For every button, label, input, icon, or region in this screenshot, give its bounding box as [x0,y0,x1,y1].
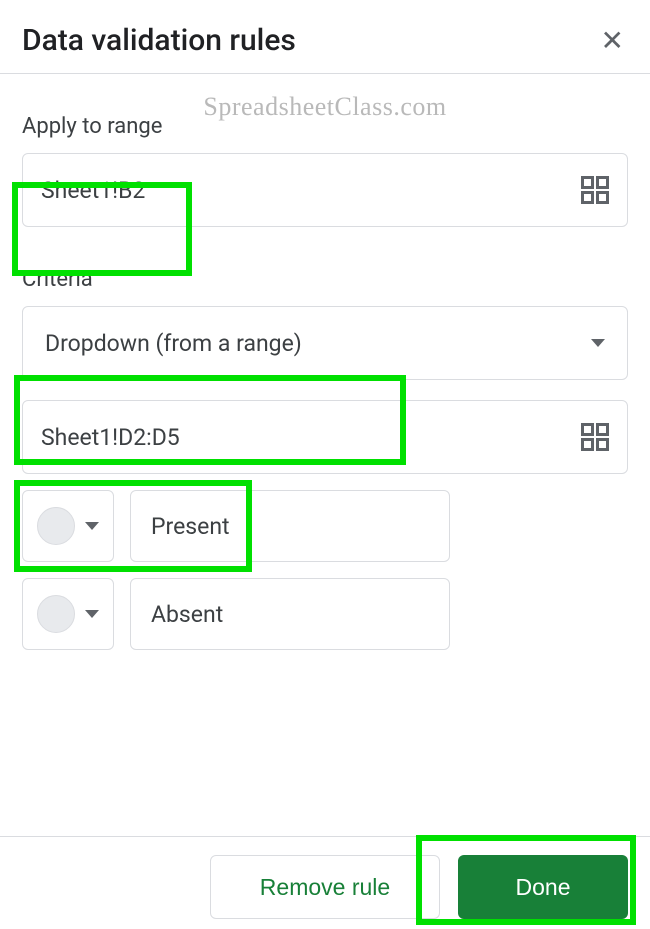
range-value: Sheet1!B2 [41,177,581,204]
chevron-down-icon [591,339,605,347]
range-input[interactable]: Sheet1!B2 [22,153,628,227]
range-label: Apply to range [22,114,628,139]
option-color-picker[interactable] [22,578,114,650]
criteria-source-value: Sheet1!D2:D5 [41,424,581,451]
panel-title: Data validation rules [22,23,296,58]
panel-footer: Remove rule Done [0,836,650,919]
option-row: Present [22,490,628,562]
chevron-down-icon [85,610,99,618]
option-value-input[interactable]: Absent [130,578,450,650]
panel-header: Data validation rules ✕ [22,20,628,61]
remove-rule-button[interactable]: Remove rule [210,855,440,919]
option-value-input[interactable]: Present [130,490,450,562]
criteria-source-input[interactable]: Sheet1!D2:D5 [22,400,628,474]
color-swatch [37,595,75,633]
criteria-type-dropdown[interactable]: Dropdown (from a range) [22,306,628,380]
option-value: Present [151,513,230,540]
option-color-picker[interactable] [22,490,114,562]
select-range-icon[interactable] [581,423,609,451]
close-icon[interactable]: ✕ [597,20,628,61]
done-button[interactable]: Done [458,855,628,919]
option-value: Absent [151,601,223,628]
option-row: Absent [22,578,628,650]
criteria-type-value: Dropdown (from a range) [45,330,302,357]
color-swatch [37,507,75,545]
select-range-icon[interactable] [581,176,609,204]
criteria-label: Criteria [22,267,628,292]
data-validation-panel: Data validation rules ✕ SpreadsheetClass… [0,0,650,650]
divider [0,73,650,74]
chevron-down-icon [85,522,99,530]
